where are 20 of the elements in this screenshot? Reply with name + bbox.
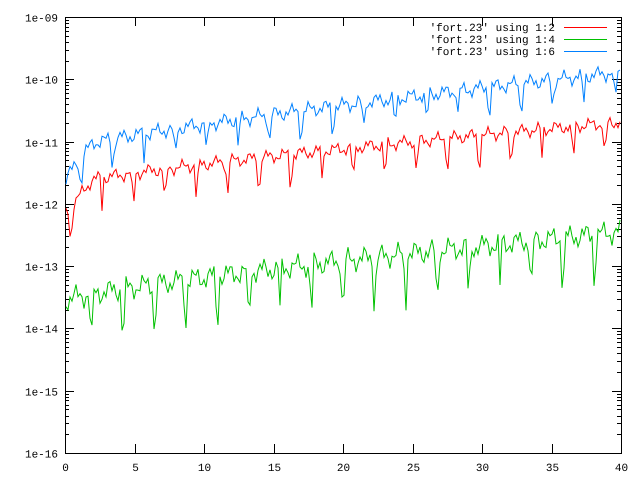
tick-label: 1e-09 [24,14,58,26]
legend-label: 'fort.23' using 1:2 [430,23,555,35]
tick-label: 20 [336,463,350,475]
tick-label: 25 [406,463,420,475]
tick-label: 10 [198,463,212,475]
legend-label: 'fort.23' using 1:4 [430,35,555,47]
tick-label: 5 [132,463,139,475]
tick-label: 1e-12 [24,200,58,212]
legend-label: 'fort.23' using 1:6 [430,47,555,59]
tick-label: 1e-13 [24,262,58,274]
tick-label: 40 [614,463,628,475]
tick-label: 1e-15 [24,388,58,400]
tick-label: 1e-14 [24,324,58,336]
tick-label: 30 [476,463,490,475]
tick-label: 1e-10 [24,76,58,88]
tick-label: 0 [62,463,69,475]
tick-label: 1e-16 [24,450,58,462]
tick-label: 15 [268,463,282,475]
tick-label: 35 [546,463,560,475]
tick-label: 1e-11 [24,138,58,150]
